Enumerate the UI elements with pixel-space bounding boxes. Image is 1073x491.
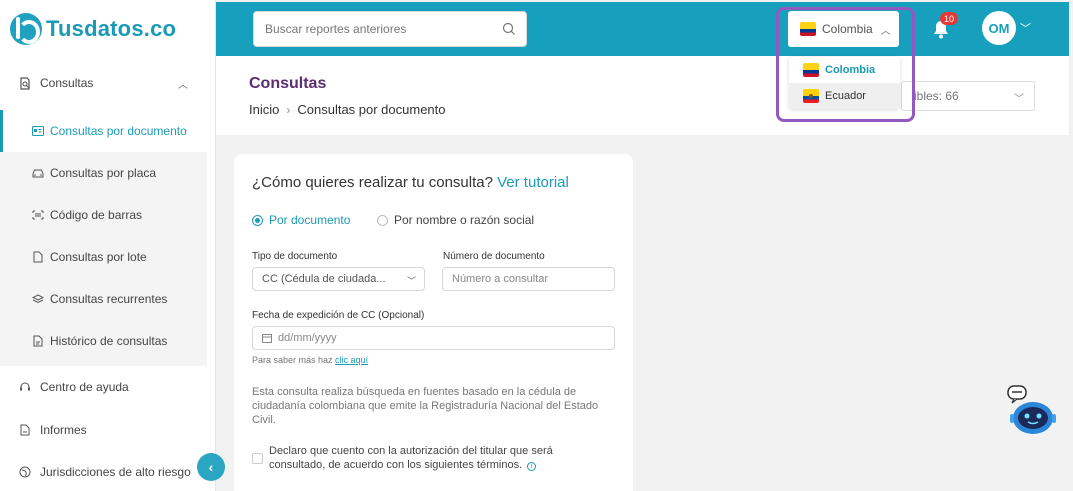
top-header: Colombia ︿ 10 OM ﹀ (216, 2, 1069, 56)
doc-number-input[interactable] (452, 273, 614, 285)
nav-consultas[interactable]: Consultas ︿ (0, 75, 216, 91)
consultas-submenu: Consultas por documento Consultas por pl… (0, 110, 207, 366)
sidebar-item-consultas-lote[interactable]: Consultas por lote (0, 236, 207, 278)
hint-text: Para saber más haz clic aquí (252, 355, 368, 365)
notifications-badge: 10 (940, 12, 958, 25)
consent-text: Declaro que cuento con la autorización d… (269, 444, 612, 472)
description-text: Esta consulta realiza búsqueda en fuente… (252, 386, 599, 426)
radio-unchecked-icon (377, 214, 388, 226)
user-avatar[interactable]: OM (982, 11, 1016, 45)
page-title: Consultas (249, 75, 327, 92)
chevron-down-icon: ﹀ (1014, 94, 1024, 105)
hint-label: Para saber más haz (252, 355, 336, 365)
headset-icon (18, 380, 32, 394)
search-input[interactable] (254, 12, 494, 46)
sidebar-item-label: Consultas recurrentes (50, 292, 168, 306)
sidebar-item-label: Código de barras (50, 208, 143, 222)
globe-icon (18, 465, 32, 479)
doc-type-label: Tipo de documento (252, 251, 338, 262)
consent-checkbox[interactable] (252, 453, 263, 464)
sidebar-item-consultas-documento[interactable]: Consultas por documento (0, 110, 207, 152)
radio-checked-icon (252, 214, 263, 226)
consent-row: Declaro que cuento con la autorización d… (252, 444, 612, 472)
document-search-icon (18, 76, 32, 90)
brand-name: Tusdatos.co (46, 16, 177, 41)
logo-icon (10, 13, 42, 45)
report-icon (18, 423, 32, 437)
sidebar-item-codigo-barras[interactable]: Código de barras (0, 194, 207, 236)
nav-jurisdicciones[interactable]: Jurisdicciones de alto riesgo (0, 464, 216, 480)
id-card-icon (32, 125, 44, 137)
chevron-up-icon: ︿ (178, 79, 188, 91)
page-header: Consultas Inicio › Consultas por documen… (216, 56, 1069, 135)
available-queries-select[interactable]: ibles: 66 ﹀ (901, 81, 1035, 111)
breadcrumb-current: Consultas por documento (297, 102, 446, 117)
sidebar-item-label: Consultas por lote (50, 250, 147, 264)
available-queries-text: ibles: 66 (914, 89, 959, 103)
doc-number-field (442, 267, 615, 291)
brand-logo[interactable]: Tusdatos.co (10, 12, 176, 46)
nav-consultas-label: Consultas (40, 76, 94, 90)
date-input[interactable] (278, 332, 614, 344)
barcode-icon (32, 209, 44, 221)
sidebar-item-label: Consultas por placa (50, 166, 157, 180)
sidebar-item-label: Consultas por documento (50, 124, 187, 138)
query-form-card: ¿Cómo quieres realizar tu consulta? Ver … (234, 154, 633, 491)
chevron-left-icon: ‹ (208, 459, 214, 475)
chevron-down-icon: ﹀ (406, 276, 416, 286)
sidebar-item-historico[interactable]: Histórico de consultas (0, 320, 207, 362)
doc-type-value: CC (Cédula de ciudada... (262, 273, 386, 285)
file-icon (32, 251, 44, 263)
radio-por-documento[interactable]: Por documento (252, 213, 350, 227)
sidebar-item-consultas-recurrentes[interactable]: Consultas recurrentes (0, 278, 207, 320)
search-box (253, 11, 527, 47)
highlight-box (776, 7, 915, 122)
nav-label: Jurisdicciones de alto riesgo (40, 465, 191, 479)
hint-link[interactable]: clic aquí (335, 355, 368, 365)
search-icon[interactable] (502, 22, 516, 36)
consent-label: Declaro que cuento con la autorización d… (269, 445, 553, 471)
collapse-sidebar-button[interactable]: ‹ (197, 453, 225, 481)
chevron-down-icon[interactable]: ﹀ (1020, 20, 1031, 36)
car-icon (32, 167, 44, 179)
breadcrumb-home[interactable]: Inicio (249, 102, 279, 117)
sidebar-item-label: Histórico de consultas (50, 334, 168, 348)
breadcrumb: Inicio › Consultas por documento (249, 102, 446, 117)
radio-por-nombre[interactable]: Por nombre o razón social (377, 213, 534, 227)
nav-label: Informes (40, 423, 87, 437)
nav-informes[interactable]: Informes (0, 422, 216, 438)
tutorial-link[interactable]: Ver tutorial (497, 174, 569, 191)
form-question: ¿Cómo quieres realizar tu consulta? Ver … (252, 174, 569, 191)
sidebar: Tusdatos.co Consultas ︿ Consultas por do… (0, 0, 216, 491)
doc-number-label: Número de documento (443, 251, 545, 262)
nav-centro-ayuda[interactable]: Centro de ayuda (0, 379, 216, 395)
calendar-icon[interactable] (262, 333, 272, 343)
form-question-text: ¿Cómo quieres realizar tu consulta? (252, 174, 493, 191)
sidebar-item-consultas-placa[interactable]: Consultas por placa (0, 152, 207, 194)
layers-icon (32, 293, 44, 305)
date-field (252, 326, 615, 350)
radio-label: Por nombre o razón social (394, 213, 535, 227)
chevron-right-icon: › (286, 102, 291, 117)
date-label: Fecha de expedición de CC (Opcional) (252, 310, 425, 321)
file-icon (32, 335, 44, 347)
info-icon[interactable]: i (527, 462, 537, 471)
chatbot-assistant-icon[interactable] (1006, 385, 1058, 437)
radio-label: Por documento (269, 213, 351, 227)
nav-label: Centro de ayuda (40, 380, 129, 394)
doc-type-select[interactable]: CC (Cédula de ciudada... ﹀ (252, 267, 425, 291)
